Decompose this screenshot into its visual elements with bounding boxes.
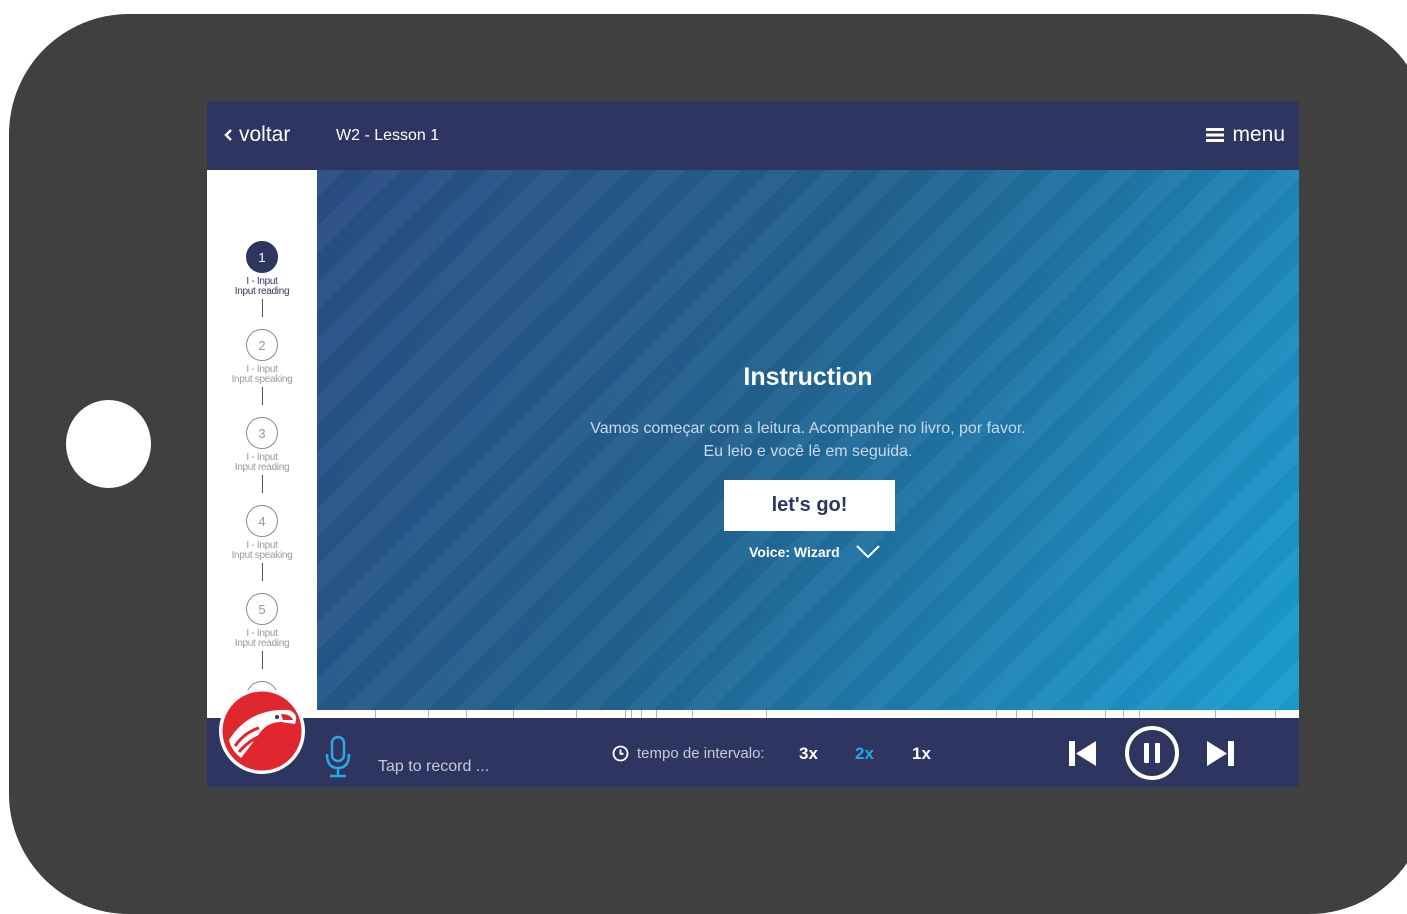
timeline-tick — [656, 710, 657, 718]
step-number: 4 — [246, 505, 278, 537]
back-button[interactable]: voltar — [223, 123, 290, 147]
skip-previous-icon[interactable] — [1068, 740, 1097, 767]
tablet-home-button[interactable] — [66, 400, 151, 488]
chevron-down-icon — [855, 545, 880, 559]
skip-next-icon[interactable] — [1206, 740, 1235, 767]
app-screen: voltar W2 - Lesson 1 menu 1 I - Input In… — [207, 101, 1299, 787]
instruction-line-1: Vamos começar com a leitura. Acompanhe n… — [590, 420, 1026, 437]
instruction-text: Vamos começar com a leitura. Acompanhe n… — [317, 417, 1299, 463]
timeline-tick — [631, 710, 632, 718]
menu-label: menu — [1232, 123, 1285, 146]
timeline-tick — [1139, 710, 1140, 718]
tap-to-record-label[interactable]: Tap to record ... — [378, 758, 489, 776]
timeline-tick — [641, 710, 642, 718]
timeline-tick — [766, 710, 767, 718]
step-label-2: Input reading — [234, 638, 290, 649]
timeline-tick — [1123, 710, 1124, 718]
timeline-tick — [1016, 710, 1017, 718]
step-item-1[interactable]: 1 I - Input Input reading — [207, 241, 317, 317]
timeline-tick — [428, 710, 429, 718]
step-number: 5 — [246, 593, 278, 625]
clock-icon — [612, 745, 629, 762]
top-bar: voltar W2 - Lesson 1 menu — [207, 101, 1299, 170]
timeline-tick — [625, 710, 626, 718]
instruction-title: Instruction — [743, 363, 873, 391]
timeline-tick — [513, 710, 514, 718]
step-label-2: Input speaking — [231, 550, 293, 561]
menu-button[interactable]: menu — [1206, 123, 1285, 147]
step-label-2: Input reading — [234, 462, 290, 473]
step-item-5[interactable]: 5 I - Input Input reading — [207, 593, 317, 669]
timeline-tick — [1215, 710, 1216, 718]
lesson-title: W2 - Lesson 1 — [336, 127, 440, 144]
back-label: voltar — [239, 123, 291, 146]
step-connector — [261, 651, 263, 669]
step-label-2: Input reading — [234, 286, 290, 297]
eagle-head-icon — [219, 688, 305, 774]
timeline-tick — [1032, 710, 1033, 718]
timeline-tick — [1105, 710, 1106, 718]
voice-label: Voice: Wizard — [749, 544, 840, 560]
interval-label: tempo de intervalo: — [637, 745, 765, 762]
step-connector — [261, 563, 263, 581]
speed-3x-button[interactable]: 3x — [799, 744, 818, 764]
step-connector — [261, 387, 263, 405]
bottom-bar: Tap to record ... tempo de intervalo: 3x… — [207, 718, 1299, 787]
pause-icon[interactable] — [1124, 725, 1180, 781]
step-number: 2 — [246, 329, 278, 361]
progress-timeline[interactable] — [317, 710, 1299, 718]
timeline-tick — [466, 710, 467, 718]
timeline-tick — [375, 710, 376, 718]
chevron-left-icon — [224, 129, 232, 141]
instruction-line-2: Eu leio e você lê em seguida. — [703, 443, 913, 460]
step-item-2[interactable]: 2 I - Input Input speaking — [207, 329, 317, 405]
timeline-tick — [692, 710, 693, 718]
hamburger-icon — [1206, 128, 1225, 142]
voice-selector[interactable]: Voice: Wizard — [749, 544, 880, 560]
lets-go-button[interactable]: let's go! — [724, 480, 895, 531]
timeline-tick — [1275, 710, 1276, 718]
timeline-tick — [576, 710, 577, 718]
microphone-icon[interactable] — [323, 735, 353, 779]
step-connector — [261, 299, 263, 317]
timeline-tick — [996, 710, 997, 718]
speed-1x-button[interactable]: 1x — [912, 744, 931, 764]
eagle-logo — [219, 688, 305, 774]
interval-setting: tempo de intervalo: — [612, 745, 765, 762]
steps-sidebar: 1 I - Input Input reading 2 I - Input In… — [207, 170, 317, 718]
step-number: 3 — [246, 417, 278, 449]
step-item-4[interactable]: 4 I - Input Input speaking — [207, 505, 317, 581]
step-label-2: Input speaking — [231, 374, 293, 385]
speed-2x-button[interactable]: 2x — [855, 744, 874, 764]
step-connector — [261, 475, 263, 493]
step-number: 1 — [246, 241, 278, 273]
instruction-panel: Instruction Vamos começar com a leitura.… — [317, 170, 1299, 710]
step-item-3[interactable]: 3 I - Input Input reading — [207, 417, 317, 493]
